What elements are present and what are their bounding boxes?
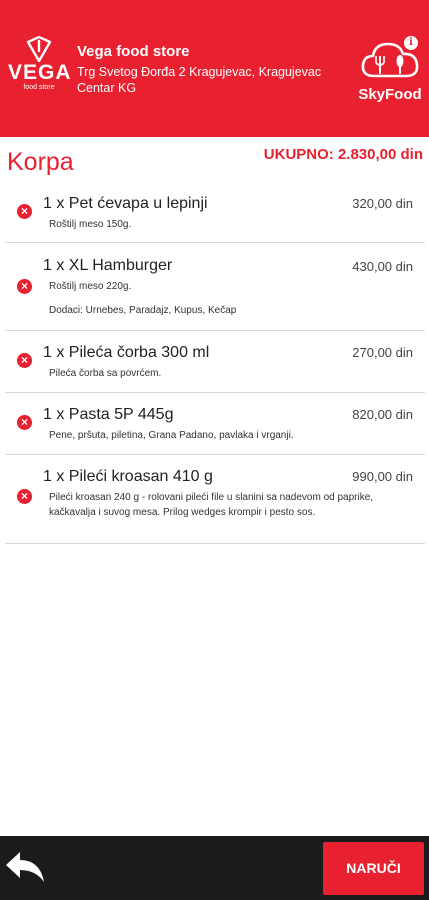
vega-logo-subtitle: food store (23, 84, 55, 91)
remove-item-icon[interactable]: × (17, 489, 32, 504)
vega-logo-text: VEGA (8, 61, 72, 84)
item-description: Pileća čorba sa povrćem. (49, 368, 162, 379)
item-price: 990,00 din (352, 469, 413, 484)
cart-items-list: × 1 x Pet ćevapa u lepinji 320,00 din Ro… (5, 182, 425, 544)
cart-item: × 1 x XL Hamburger 430,00 din Roštilj me… (5, 243, 425, 331)
item-description-cont: kačkavalja i suvog mesa. Prilog wedges k… (49, 507, 316, 518)
store-info: Vega food store Trg Svetog Đorđa 2 Kragu… (77, 43, 347, 96)
remove-item-icon[interactable]: × (17, 204, 32, 219)
item-name: 1 x Pileća čorba 300 ml (43, 344, 210, 361)
item-price: 320,00 din (352, 196, 413, 211)
item-price: 820,00 din (352, 407, 413, 422)
item-description: Pene, pršuta, piletina, Grana Padano, pa… (49, 430, 294, 441)
cart-item: × 1 x Pileći kroasan 410 g 990,00 din Pi… (5, 455, 425, 544)
remove-item-icon[interactable]: × (17, 353, 32, 368)
item-name: 1 x Pasta 5P 445g (43, 406, 174, 423)
skyfood-logo-text: SkyFood (358, 86, 422, 103)
skyfood-logo[interactable]: i SkyFood (352, 36, 428, 104)
item-description: Pileći kroasan 240 g - rolovani pileći f… (49, 492, 374, 503)
item-description: Roštilj meso 150g. (49, 219, 132, 230)
store-name: Vega food store (77, 43, 190, 60)
remove-item-icon[interactable]: × (17, 415, 32, 430)
item-price: 270,00 din (352, 345, 413, 360)
item-name: 1 x Pet ćevapa u lepinji (43, 195, 208, 212)
item-description: Roštilj meso 220g. (49, 281, 132, 292)
cart-item: × 1 x Pasta 5P 445g 820,00 din Pene, prš… (5, 393, 425, 455)
header: VEGA food store Vega food store Trg Svet… (0, 0, 429, 137)
vega-logo-icon (26, 36, 52, 62)
store-address-line2: Centar KG (77, 81, 137, 95)
item-addons: Dodaci: Urnebes, Paradajz, Kupus, Kečap (49, 305, 237, 316)
back-arrow-icon (6, 852, 44, 882)
item-name: 1 x XL Hamburger (43, 257, 173, 274)
remove-item-icon[interactable]: × (17, 279, 32, 294)
cart-item: × 1 x Pet ćevapa u lepinji 320,00 din Ro… (5, 182, 425, 243)
cart-total: UKUPNO: 2.830,00 din (263, 146, 423, 163)
item-price: 430,00 din (352, 259, 413, 274)
order-button[interactable]: NARUČI (323, 842, 424, 895)
info-icon[interactable]: i (404, 36, 418, 50)
item-name: 1 x Pileći kroasan 410 g (43, 468, 213, 485)
page-title: Korpa (7, 148, 74, 176)
store-address: Trg Svetog Đorđa 2 Kragujevac, Kragujeva… (77, 64, 347, 96)
cart-item: × 1 x Pileća čorba 300 ml 270,00 din Pil… (5, 331, 425, 393)
back-button[interactable] (4, 848, 48, 888)
vega-logo: VEGA food store (8, 36, 72, 104)
store-address-line1: Trg Svetog Đorđa 2 Kragujevac, Kragujeva… (77, 65, 322, 79)
